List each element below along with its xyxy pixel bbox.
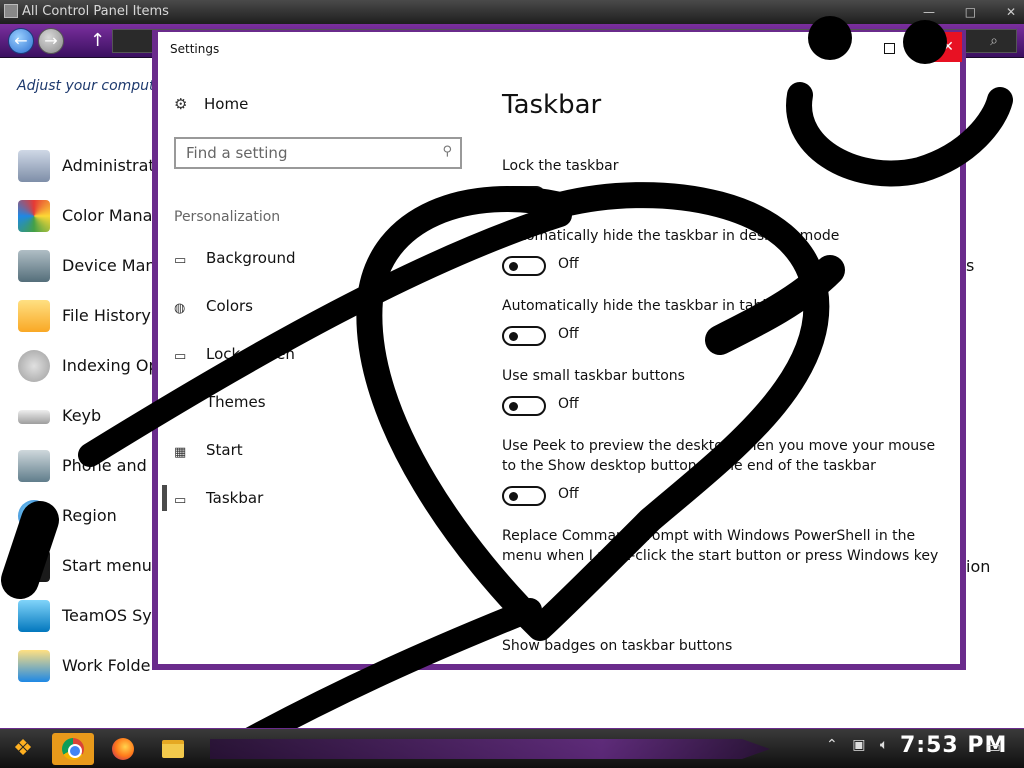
gear-icon: ⚙ — [174, 95, 188, 113]
indexing-icon — [18, 350, 50, 382]
settings-window: Settings ✕ ⚙ Home Find a setting ⚲ Person… — [152, 30, 966, 670]
home-label: Home — [204, 95, 249, 113]
taskbar-app-firefox[interactable] — [102, 733, 144, 765]
taskbar-app-file-explorer[interactable] — [152, 733, 194, 765]
cp-item-region[interactable]: Region — [18, 500, 168, 550]
lock-taskbar-toggle[interactable] — [502, 186, 546, 206]
nav-item-background[interactable]: ▭ Background — [174, 249, 464, 273]
system-tray: ⌃ ▣ 🔈︎ — [826, 737, 898, 753]
themes-icon: ✎ — [174, 396, 185, 412]
setting-autohide-tablet: Automatically hide the taskbar in tablet… — [502, 296, 942, 348]
home-nav-item[interactable]: ⚙ Home — [174, 95, 248, 113]
close-button[interactable]: ✕ — [934, 32, 962, 62]
cp-item-indexing-options[interactable]: Indexing Op — [18, 350, 168, 400]
region-icon — [18, 500, 50, 532]
maximize-icon[interactable]: □ — [965, 5, 976, 19]
cp-item-file-history[interactable]: File History — [18, 300, 168, 350]
start-menu-icon — [18, 550, 50, 582]
background-window-buttons: — □ ✕ — [897, 0, 1016, 24]
admin-tools-icon — [18, 150, 50, 182]
file-history-icon — [18, 300, 50, 332]
search-placeholder: Find a setting — [186, 144, 288, 162]
cp-item-start-menu[interactable]: Start menu — [18, 550, 168, 600]
taskbar-app-chrome[interactable] — [52, 733, 94, 765]
cp-right-fragment-2: ion — [966, 557, 991, 576]
close-icon[interactable]: ✕ — [1006, 5, 1016, 19]
cp-item-work-folders[interactable]: Work Folde — [18, 650, 168, 700]
control-panel-list: Administrat Color Manag Device Mana File… — [18, 150, 168, 700]
notification-icon[interactable]: ▭ — [986, 737, 1001, 756]
forward-button[interactable]: → — [38, 28, 64, 54]
setting-autohide-desktop: Automatically hide the taskbar in deskto… — [502, 226, 942, 278]
back-button[interactable]: ← — [8, 28, 34, 54]
setting-powershell: Replace Command Prompt with Windows Powe… — [502, 528, 939, 564]
background-icon: ▭ — [174, 252, 187, 268]
cp-item-administrative-tools[interactable]: Administrat — [18, 150, 168, 200]
volume-icon[interactable]: 🔈︎ — [880, 737, 888, 753]
settings-window-body: Settings ✕ ⚙ Home Find a setting ⚲ Person… — [158, 32, 962, 664]
network-icon[interactable]: ▣ — [852, 737, 865, 753]
search-icon: ⚲ — [442, 144, 452, 159]
background-window-title: All Control Panel Items — [22, 4, 169, 19]
keyboard-icon — [18, 410, 50, 424]
minimize-icon[interactable]: — — [923, 5, 935, 19]
find-setting-input[interactable]: Find a setting ⚲ — [174, 137, 462, 169]
peek-toggle[interactable] — [502, 486, 546, 506]
nav-item-start[interactable]: ▦ Start — [174, 441, 464, 465]
chevron-up-icon[interactable]: ⌃ — [826, 737, 838, 753]
firefox-icon — [112, 738, 134, 760]
cp-item-device-manager[interactable]: Device Mana — [18, 250, 168, 300]
small-buttons-toggle[interactable] — [502, 396, 546, 416]
maximize-button[interactable] — [884, 43, 895, 54]
start-icon: ▦ — [174, 444, 187, 460]
up-arrow-icon[interactable]: ↑ — [90, 30, 105, 51]
setting-small-buttons: Use small taskbar buttons Off — [502, 366, 942, 418]
nav-item-colors[interactable]: ◍ Colors — [174, 297, 464, 321]
taskbar-decoration — [210, 739, 770, 759]
teamos-icon — [18, 600, 50, 632]
control-panel-icon — [4, 4, 18, 18]
autohide-desktop-toggle[interactable] — [502, 256, 546, 276]
setting-lock-taskbar: Lock the taskbar — [502, 156, 942, 208]
phone-modem-icon — [18, 450, 50, 482]
setting-peek: Use Peek to preview the desktop when you… — [502, 436, 942, 508]
nav-item-themes[interactable]: ✎ Themes — [174, 393, 464, 417]
chrome-icon — [62, 738, 84, 760]
taskbar: ❖ ⌃ ▣ 🔈︎ 7:53 PM ▭ — [0, 728, 1024, 768]
control-panel-heading: Adjust your comput — [17, 78, 155, 94]
autohide-tablet-toggle[interactable] — [502, 326, 546, 346]
page-title: Taskbar — [502, 90, 602, 120]
work-folders-icon — [18, 650, 50, 682]
settings-window-title: Settings — [170, 42, 220, 56]
start-button[interactable]: ❖ — [6, 733, 40, 765]
section-label: Personalization — [174, 209, 281, 225]
nav-item-taskbar[interactable]: ▭ Taskbar — [162, 485, 464, 513]
lock-screen-icon: ▭ — [174, 348, 187, 364]
setting-badges: Show badges on taskbar buttons — [502, 638, 733, 654]
device-manager-icon — [18, 250, 50, 282]
search-icon[interactable]: ⌕ — [990, 33, 998, 49]
color-management-icon — [18, 200, 50, 232]
cp-item-phone-and-modem[interactable]: Phone and M — [18, 450, 168, 500]
cp-item-color-management[interactable]: Color Manag — [18, 200, 168, 250]
cp-item-keyboard[interactable]: Keyb — [18, 400, 168, 450]
taskbar-icon: ▭ — [174, 492, 187, 508]
cp-right-fragment-1: s — [966, 256, 975, 275]
file-explorer-icon — [162, 740, 184, 758]
background-window-titlebar: All Control Panel Items — □ ✕ — [0, 0, 1024, 24]
palette-icon: ◍ — [174, 300, 186, 316]
nav-item-lock-screen[interactable]: ▭ Lock screen — [174, 345, 464, 369]
cp-item-teamos[interactable]: TeamOS Sy — [18, 600, 168, 650]
